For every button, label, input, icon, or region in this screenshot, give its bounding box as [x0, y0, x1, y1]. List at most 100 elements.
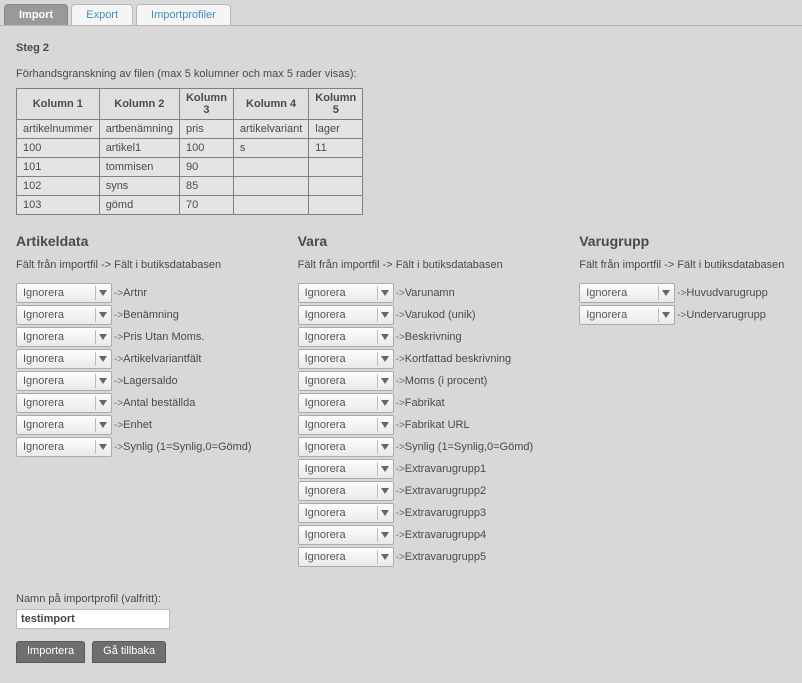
table-cell: 103	[17, 196, 100, 215]
arrow-label: ->	[677, 310, 686, 321]
chevron-down-icon	[377, 528, 389, 542]
mapping-row: Ignorera->Moms (i procent)	[298, 371, 580, 391]
dropdown-value: Ignorera	[23, 309, 64, 321]
chevron-down-icon	[95, 352, 107, 366]
table-cell	[233, 158, 308, 177]
arrow-label: ->	[396, 288, 405, 299]
table-cell: 85	[179, 177, 233, 196]
field-label: Lagersaldo	[123, 375, 177, 387]
column-select[interactable]: Ignorera	[16, 393, 112, 413]
arrow-label: ->	[114, 288, 123, 299]
column-select[interactable]: Ignorera	[298, 525, 394, 545]
mapping-row: Ignorera->Kortfattad beskrivning	[298, 349, 580, 369]
column-select[interactable]: Ignorera	[16, 305, 112, 325]
arrow-label: ->	[677, 288, 686, 299]
mapping-row: Ignorera->Beskrivning	[298, 327, 580, 347]
column-select[interactable]: Ignorera	[298, 283, 394, 303]
tab-import[interactable]: Import	[4, 4, 68, 25]
mapping-row: Ignorera->Extravarugrupp1	[298, 459, 580, 479]
table-cell	[309, 158, 363, 177]
field-label: Kortfattad beskrivning	[405, 353, 511, 365]
column-select[interactable]: Ignorera	[16, 283, 112, 303]
chevron-down-icon	[377, 330, 389, 344]
chevron-down-icon	[377, 484, 389, 498]
preview-header: Kolumn 4	[233, 89, 308, 120]
arrow-label: ->	[396, 464, 405, 475]
mapping-row: Ignorera->Varukod (unik)	[298, 305, 580, 325]
arrow-label: ->	[396, 376, 405, 387]
column-select[interactable]: Ignorera	[579, 283, 675, 303]
arrow-label: ->	[396, 332, 405, 343]
column-select[interactable]: Ignorera	[298, 481, 394, 501]
arrow-label: ->	[396, 552, 405, 563]
dropdown-value: Ignorera	[305, 287, 346, 299]
field-label: Fabrikat URL	[405, 419, 470, 431]
column-select[interactable]: Ignorera	[298, 547, 394, 567]
column-select[interactable]: Ignorera	[298, 371, 394, 391]
preview-header: Kolumn 1	[17, 89, 100, 120]
column-select[interactable]: Ignorera	[298, 349, 394, 369]
table-cell: 90	[179, 158, 233, 177]
column-select[interactable]: Ignorera	[16, 437, 112, 457]
preview-header: Kolumn 5	[309, 89, 363, 120]
chevron-down-icon	[377, 286, 389, 300]
section-title: Artikeldata	[16, 233, 298, 249]
dropdown-value: Ignorera	[23, 397, 64, 409]
mapping-row: Ignorera->Extravarugrupp4	[298, 525, 580, 545]
table-cell	[233, 196, 308, 215]
section-varugrupp: Varugrupp Fält från importfil -> Fält i …	[579, 233, 786, 569]
column-select[interactable]: Ignorera	[298, 393, 394, 413]
table-cell: artikel1	[99, 139, 179, 158]
table-cell: 101	[17, 158, 100, 177]
table-row: 102syns85	[17, 177, 363, 196]
column-select[interactable]: Ignorera	[16, 327, 112, 347]
import-button[interactable]: Importera	[16, 641, 85, 663]
dropdown-value: Ignorera	[23, 331, 64, 343]
mapping-row: Ignorera ->Varunamn	[298, 283, 580, 303]
section-vara: Vara Fält från importfil -> Fält i butik…	[298, 233, 580, 569]
field-label: Varunamn	[405, 287, 455, 299]
tab-importprofiler[interactable]: Importprofiler	[136, 4, 231, 25]
field-label: Synlig (1=Synlig,0=Gömd)	[405, 441, 533, 453]
field-label: Huvudvarugrupp	[686, 287, 767, 299]
chevron-down-icon	[377, 418, 389, 432]
mapping-row: Ignorera ->Huvudvarugrupp	[579, 283, 786, 303]
arrow-label: ->	[114, 442, 123, 453]
field-label: Antal beställda	[123, 397, 195, 409]
column-select[interactable]: Ignorera	[298, 305, 394, 325]
column-select[interactable]: Ignorera	[16, 415, 112, 435]
column-select[interactable]: Ignorera	[298, 327, 394, 347]
chevron-down-icon	[95, 308, 107, 322]
table-row: artikelnummerartbenämningprisartikelvari…	[17, 120, 363, 139]
chevron-down-icon	[377, 396, 389, 410]
back-button[interactable]: Gå tillbaka	[92, 641, 166, 663]
column-select[interactable]: Ignorera	[579, 305, 675, 325]
step-title: Steg 2	[16, 42, 786, 54]
arrow-label: ->	[114, 398, 123, 409]
column-select[interactable]: Ignorera	[298, 459, 394, 479]
column-select[interactable]: Ignorera	[298, 437, 394, 457]
column-select[interactable]: Ignorera	[298, 415, 394, 435]
mapping-row: Ignorera->Undervarugrupp	[579, 305, 786, 325]
table-cell: 100	[17, 139, 100, 158]
chevron-down-icon	[377, 440, 389, 454]
chevron-down-icon	[377, 550, 389, 564]
column-select[interactable]: Ignorera	[298, 503, 394, 523]
profile-name-input[interactable]	[16, 609, 170, 629]
table-row: 100artikel1100s11	[17, 139, 363, 158]
field-label: Extravarugrupp2	[405, 485, 486, 497]
column-select[interactable]: Ignorera	[16, 349, 112, 369]
chevron-down-icon	[95, 286, 107, 300]
tab-export[interactable]: Export	[71, 4, 133, 25]
dropdown-value: Ignorera	[305, 419, 346, 431]
table-cell: artikelnummer	[17, 120, 100, 139]
table-cell: syns	[99, 177, 179, 196]
column-select[interactable]: Ignorera	[16, 371, 112, 391]
mapping-row: Ignorera->Lagersaldo	[16, 371, 298, 391]
table-cell	[309, 196, 363, 215]
arrow-label: ->	[396, 420, 405, 431]
field-label: Extravarugrupp1	[405, 463, 486, 475]
section-subtitle: Fält från importfil -> Fält i butiksdata…	[579, 259, 786, 271]
arrow-label: ->	[114, 310, 123, 321]
dropdown-value: Ignorera	[586, 287, 627, 299]
